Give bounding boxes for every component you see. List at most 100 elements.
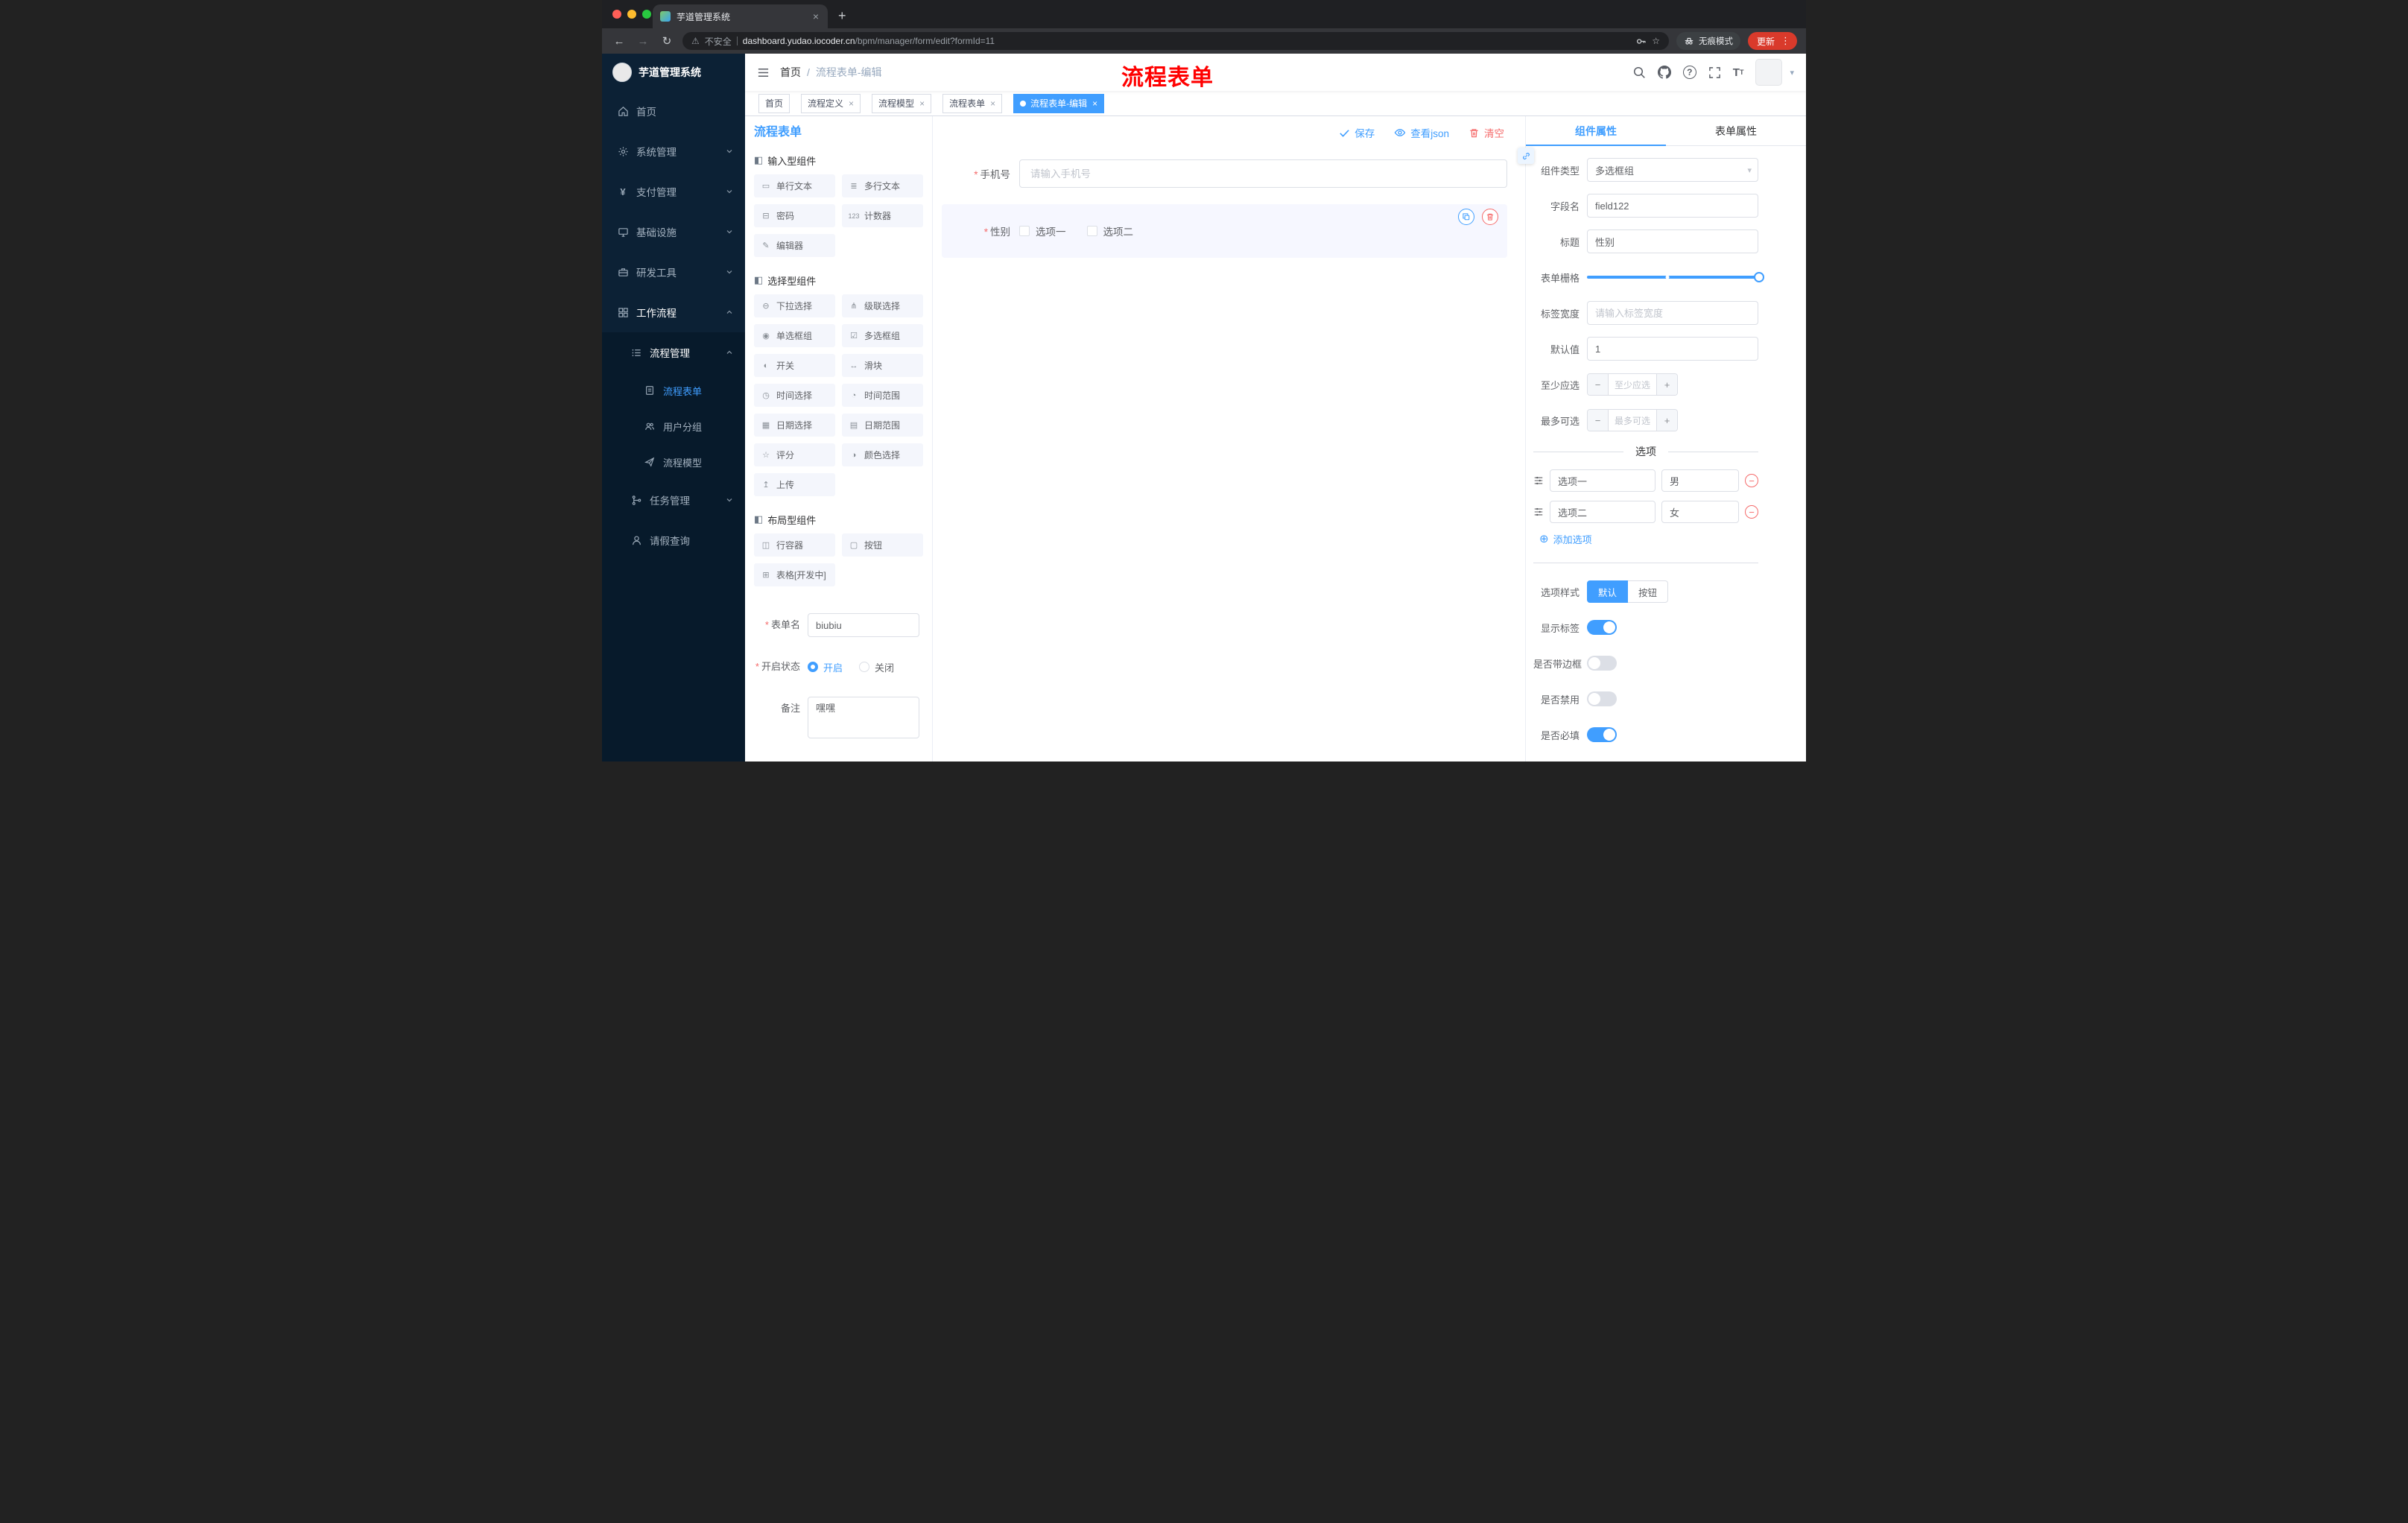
sidebar-item-leave-query[interactable]: 请假查询 [602, 520, 745, 560]
drag-handle-icon[interactable] [1533, 475, 1544, 486]
new-tab-button[interactable]: + [838, 8, 846, 24]
canvas-field-gender-selected[interactable]: 性别 选项一 选项二 [942, 204, 1507, 258]
browser-tab[interactable]: 芋道管理系统 × [653, 4, 828, 28]
option-label-input[interactable] [1550, 501, 1656, 523]
chrome-update-button[interactable]: 更新 ⋮ [1747, 32, 1797, 50]
title-input[interactable] [1587, 229, 1758, 253]
palette-item-single-text[interactable]: ▭ 单行文本 [754, 174, 835, 197]
increase-button[interactable]: + [1656, 410, 1677, 431]
sidebar-item-payment[interactable]: ¥ 支付管理 [602, 171, 745, 212]
field-name-input[interactable] [1587, 194, 1758, 218]
form-remark-textarea[interactable]: 嘿嘿 [808, 697, 919, 738]
drag-handle-icon[interactable] [1533, 507, 1544, 517]
palette-item-date-range[interactable]: ▤ 日期范围 [842, 414, 923, 437]
user-avatar[interactable] [1755, 59, 1783, 86]
option-value-input[interactable] [1661, 501, 1739, 523]
window-minimize-button[interactable] [627, 10, 636, 19]
add-option-button[interactable]: ⊕ 添加选项 [1539, 532, 1758, 546]
sidebar-item-devtools[interactable]: 研发工具 [602, 252, 745, 292]
tag-process-definition[interactable]: 流程定义 × [801, 93, 861, 113]
forward-button[interactable]: → [635, 33, 651, 49]
view-json-button[interactable]: 查看json [1394, 125, 1449, 140]
canvas-field-phone[interactable]: 手机号 [942, 159, 1516, 188]
palette-item-password[interactable]: ⊟ 密码 [754, 204, 835, 227]
tag-process-model[interactable]: 流程模型 × [872, 93, 932, 113]
sidebar-item-home[interactable]: 首页 [602, 91, 745, 131]
palette-item-date-picker[interactable]: ▦ 日期选择 [754, 414, 835, 437]
default-value-input[interactable] [1587, 337, 1758, 361]
palette-item-switch[interactable]: ◐ 开关 [754, 354, 835, 377]
window-close-button[interactable] [612, 10, 621, 19]
sidebar-item-system[interactable]: 系统管理 [602, 131, 745, 171]
tag-home[interactable]: 首页 [758, 93, 790, 113]
style-button-button[interactable]: 按钮 [1628, 580, 1669, 603]
remove-option-button[interactable]: − [1745, 474, 1758, 487]
reload-button[interactable]: ↻ [659, 33, 675, 49]
password-key-icon[interactable] [1635, 36, 1647, 47]
link-icon[interactable] [1518, 148, 1534, 164]
option-label-input[interactable] [1550, 469, 1656, 492]
border-toggle[interactable] [1587, 656, 1617, 671]
sidebar-item-process-model[interactable]: 流程模型 [602, 444, 745, 480]
option-value-input[interactable] [1661, 469, 1739, 492]
palette-item-rate[interactable]: ☆ 评分 [754, 443, 835, 466]
palette-item-counter[interactable]: 123 计数器 [842, 204, 923, 227]
status-radio-off[interactable]: 关闭 [859, 660, 894, 674]
sidebar-item-task-management[interactable]: 任务管理 [602, 480, 745, 520]
github-icon[interactable] [1657, 66, 1671, 79]
browser-menu-icon[interactable]: ⋮ [1781, 35, 1790, 47]
component-type-select[interactable]: 多选框组 ▾ [1587, 158, 1758, 182]
palette-item-row-container[interactable]: ◫ 行容器 [754, 533, 835, 557]
palette-item-button[interactable]: ▢ 按钮 [842, 533, 923, 557]
palette-item-cascader[interactable]: ⋔ 级联选择 [842, 294, 923, 317]
grid-slider[interactable] [1587, 265, 1764, 289]
palette-item-upload[interactable]: ↥ 上传 [754, 473, 835, 496]
tag-close-icon[interactable]: × [919, 98, 925, 109]
max-select-value[interactable]: 最多可选 [1609, 410, 1656, 431]
palette-item-time-range[interactable]: ◔ 时间范围 [842, 384, 923, 407]
gender-option-1[interactable]: 选项一 [1019, 224, 1066, 238]
palette-item-textarea[interactable]: ≣ 多行文本 [842, 174, 923, 197]
sidebar-item-process-form[interactable]: 流程表单 [602, 373, 745, 408]
bookmark-star-icon[interactable]: ☆ [1652, 36, 1660, 46]
slider-handle[interactable] [1754, 272, 1764, 282]
tag-close-icon[interactable]: × [990, 98, 995, 109]
min-select-value[interactable]: 至少应选 [1609, 374, 1656, 395]
gender-option-2[interactable]: 选项二 [1086, 224, 1133, 238]
sidebar-item-infrastructure[interactable]: 基础设施 [602, 212, 745, 252]
font-size-icon[interactable]: TT [1733, 67, 1744, 78]
remove-option-button[interactable]: − [1745, 505, 1758, 519]
palette-item-color-picker[interactable]: ◑ 颜色选择 [842, 443, 923, 466]
clear-button[interactable]: 清空 [1468, 125, 1504, 140]
status-radio-on[interactable]: 开启 [808, 660, 843, 674]
phone-input[interactable] [1019, 159, 1507, 188]
help-icon[interactable]: ? [1682, 66, 1696, 79]
tab-close-icon[interactable]: × [811, 10, 820, 22]
required-toggle[interactable] [1587, 727, 1617, 742]
avatar-caret-icon[interactable]: ▾ [1790, 68, 1794, 77]
window-zoom-button[interactable] [642, 10, 651, 19]
disabled-toggle[interactable] [1587, 691, 1617, 706]
palette-item-table[interactable]: ⊞ 表格[开发中] [754, 563, 835, 586]
delete-component-button[interactable] [1482, 209, 1498, 225]
tag-process-form-edit[interactable]: 流程表单-编辑 × [1013, 93, 1105, 113]
back-button[interactable]: ← [611, 33, 627, 49]
palette-item-time-picker[interactable]: ◷ 时间选择 [754, 384, 835, 407]
palette-item-select[interactable]: ⊖ 下拉选择 [754, 294, 835, 317]
tab-component-props[interactable]: 组件属性 [1526, 116, 1666, 146]
fullscreen-icon[interactable] [1708, 66, 1721, 79]
save-button[interactable]: 保存 [1339, 125, 1375, 140]
decrease-button[interactable]: − [1588, 374, 1609, 395]
address-bar[interactable]: ⚠ 不安全 dashboard.yudao.iocoder.cn/bpm/man… [682, 32, 1669, 50]
palette-item-editor[interactable]: ✎ 编辑器 [754, 234, 835, 257]
search-icon[interactable] [1632, 66, 1646, 79]
sidebar-item-process-management[interactable]: 流程管理 [602, 332, 745, 373]
palette-item-chec​kbox-group[interactable]: ☑ 多选框组 [842, 324, 923, 347]
show-label-toggle[interactable] [1587, 620, 1617, 635]
sidebar-item-user-group[interactable]: 用户分组 [602, 408, 745, 444]
tag-process-form[interactable]: 流程表单 × [942, 93, 1003, 113]
hamburger-icon[interactable] [757, 66, 770, 79]
copy-component-button[interactable] [1458, 209, 1474, 225]
increase-button[interactable]: + [1656, 374, 1677, 395]
palette-item-slider[interactable]: ↔ 滑块 [842, 354, 923, 377]
